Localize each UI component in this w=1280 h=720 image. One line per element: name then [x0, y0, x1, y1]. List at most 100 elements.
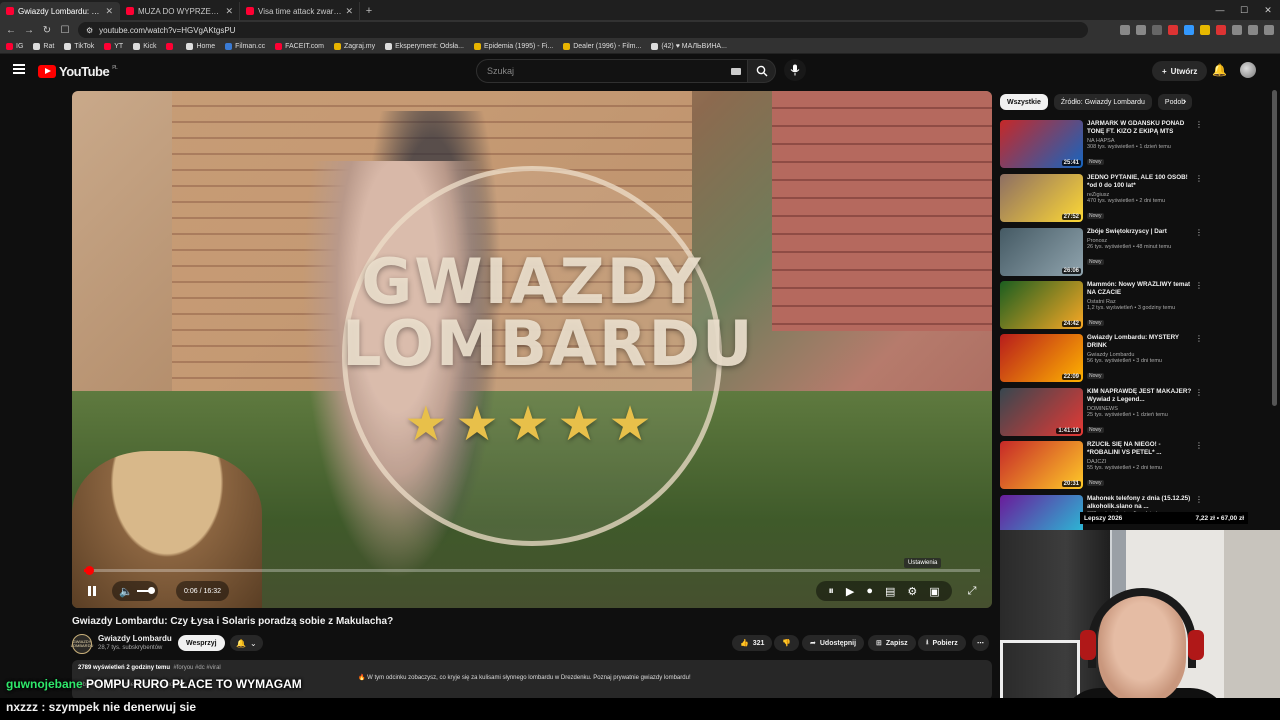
chip-all[interactable]: Wszystkie	[1000, 94, 1048, 110]
voice-search-button[interactable]	[784, 59, 806, 81]
youtube-logo[interactable]: YouTube PL	[38, 64, 118, 79]
recommended-video[interactable]: 27:52 JEDNO PYTANIE, ALE 100 OSÓB! *od 0 …	[1000, 174, 1205, 224]
settings-gear-icon[interactable]: ⚙	[907, 585, 917, 598]
video-thumbnail[interactable]: 1:41:10	[1000, 388, 1083, 436]
maximize-icon[interactable]: ☐	[1232, 0, 1256, 20]
new-tab-button[interactable]: +	[360, 2, 378, 20]
video-player[interactable]: GWIAZDY LOMBARDU ★★★★★ Ustawienia 🔈 0:06…	[72, 91, 992, 608]
extension-icon[interactable]	[1200, 25, 1210, 35]
bookmark-page-icon[interactable]: ☐	[60, 25, 70, 36]
recommended-video-title[interactable]: RZUCIŁ SIĘ NA NIEGO! - *ROBALINI VS PETE…	[1087, 441, 1193, 457]
recommended-video-title[interactable]: JEDNO PYTANIE, ALE 100 OSÓB! *od 0 do 10…	[1087, 174, 1193, 190]
recommended-video[interactable]: 22:09 Gwiazdy Lombardu: MYSTERY DRINK Gwia…	[1000, 334, 1205, 384]
more-options-icon[interactable]: ⋮	[1195, 281, 1203, 331]
volume-control[interactable]: 🔈	[112, 581, 158, 601]
chip-similar[interactable]: Podob	[1157, 94, 1193, 110]
subtitles-icon[interactable]: ▤	[885, 585, 895, 598]
search-input[interactable]: Szukaj	[476, 59, 748, 83]
bookmark-item[interactable]: Rat	[33, 43, 54, 50]
minimize-icon[interactable]: —	[1208, 0, 1232, 20]
save-button[interactable]: ⊞ Zapisz	[868, 635, 916, 651]
hamburger-menu-icon[interactable]	[13, 64, 25, 74]
recommended-video-title[interactable]: Gwiazdy Lombardu: MYSTERY DRINK	[1087, 334, 1193, 350]
notifications-bell-icon[interactable]: 🔔	[1212, 63, 1227, 77]
close-window-icon[interactable]: ✕	[1256, 0, 1280, 20]
support-button[interactable]: Wesprzyj	[178, 635, 225, 651]
more-options-icon[interactable]: ⋮	[1195, 441, 1203, 491]
bookmark-item[interactable]: IG	[6, 43, 23, 50]
more-options-icon[interactable]: ⋮	[1195, 120, 1203, 170]
bookmark-item[interactable]: (42) ♥ МАЛЬВИНА...	[651, 43, 727, 50]
bookmark-item[interactable]: Filman.cc	[225, 43, 265, 50]
dislike-button[interactable]: 👎	[774, 635, 799, 651]
channel-name[interactable]: Gwiazdy Lombardu	[98, 634, 172, 643]
video-thumbnail[interactable]: 22:09	[1000, 334, 1083, 382]
recommended-video[interactable]: 1:41:10 KIM NAPRAWDĘ JEST MAKAJER? Wywiad…	[1000, 388, 1205, 438]
bookmark-item[interactable]: FACEIT.com	[275, 43, 324, 50]
bookmark-item[interactable]: TikTok	[64, 43, 94, 50]
like-button[interactable]: 👍 321	[732, 635, 773, 651]
search-button[interactable]	[748, 59, 776, 83]
bookmark-item[interactable]: YT	[104, 43, 123, 50]
notifications-dropdown-button[interactable]: 🔔 ⌄	[230, 635, 263, 651]
bookmark-item[interactable]: Dealer (1996) - Film...	[563, 43, 641, 50]
site-info-icon[interactable]: ⚙	[86, 26, 93, 35]
create-button[interactable]: + Utwórz	[1152, 61, 1208, 81]
more-options-icon[interactable]: ⋮	[1195, 228, 1203, 278]
recommended-video[interactable]: 25:41 JARMARK W GDAŃSKU PONAD TONĘ FT. KI…	[1000, 120, 1205, 170]
chip-source[interactable]: Źródło: Gwiazdy Lombardu	[1053, 94, 1152, 110]
channel-avatar[interactable]: GWIAZDY LOMBARDU	[71, 634, 93, 654]
menu-icon[interactable]	[1264, 25, 1274, 35]
video-thumbnail[interactable]: 20:31	[1000, 441, 1083, 489]
star-icon[interactable]	[1152, 25, 1162, 35]
recommended-video-title[interactable]: JARMARK W GDAŃSKU PONAD TONĘ FT. KIZO Z …	[1087, 120, 1193, 136]
download-button[interactable]: ⭳ Pobierz	[918, 635, 966, 651]
recommended-video[interactable]: 24:42 Mammón: Nowy WRAŻLIWY temat NA CZAC…	[1000, 281, 1205, 331]
video-thumbnail[interactable]: 24:42	[1000, 281, 1083, 329]
extension-icon[interactable]	[1216, 25, 1226, 35]
chevron-right-icon[interactable]: ›	[1183, 96, 1186, 107]
cast-icon[interactable]	[1120, 25, 1130, 35]
video-thumbnail[interactable]: 25:41	[1000, 120, 1083, 168]
browser-tab-1[interactable]: Gwiazdy Lombardu: Czy Łysa✕	[0, 2, 120, 20]
recommended-video-title[interactable]: KIM NAPRAWDĘ JEST MAKAJER? Wywiad z Lege…	[1087, 388, 1193, 404]
close-tab-icon[interactable]: ✕	[105, 6, 113, 17]
volume-slider[interactable]	[136, 587, 155, 594]
keyboard-icon[interactable]	[731, 68, 741, 75]
close-tab-icon[interactable]: ✕	[345, 6, 353, 17]
recommended-video-title[interactable]: Mammón: Nowy WRAŻLIWY temat NA CZACIE	[1087, 281, 1193, 297]
autoplay-toggle[interactable]: ●	[866, 585, 873, 597]
share-icon[interactable]	[1136, 25, 1146, 35]
bookmark-item[interactable]: Eksperyment: Odsła...	[385, 43, 464, 50]
reload-icon[interactable]: ↻	[42, 25, 52, 36]
more-actions-button[interactable]: ⋯	[972, 635, 989, 651]
page-scrollbar[interactable]	[1272, 90, 1277, 406]
more-options-icon[interactable]: ⋮	[1195, 174, 1203, 224]
extensions-puzzle-icon[interactable]	[1232, 25, 1242, 35]
youtube-music-icon[interactable]: ▶	[846, 585, 854, 598]
back-icon[interactable]: ←	[6, 25, 16, 36]
browser-tab-2[interactable]: MUZA DO WYPRZEDZANIA BOEING✕	[120, 2, 240, 20]
more-options-icon[interactable]: ⋮	[1195, 388, 1203, 438]
bookmark-item[interactable]	[166, 43, 176, 50]
video-thumbnail[interactable]: 26:06	[1000, 228, 1083, 276]
pause-button[interactable]	[82, 581, 102, 601]
bookmark-item[interactable]: Epidemia (1995) - Fi...	[473, 43, 553, 50]
close-tab-icon[interactable]: ✕	[225, 6, 233, 17]
recommended-video[interactable]: 26:06 Zbóje Świętokrzyscy | Dart Pronosz 26…	[1000, 228, 1205, 278]
miniplayer-icon[interactable]: ▣	[929, 585, 939, 598]
more-options-icon[interactable]: ⋮	[1195, 334, 1203, 384]
extension-icon[interactable]	[1184, 25, 1194, 35]
recommended-video[interactable]: 20:31 RZUCIŁ SIĘ NA NIEGO! - *ROBALINI VS…	[1000, 441, 1205, 491]
browser-tab-3[interactable]: Visa time attack zwariowana sobota✕	[240, 2, 360, 20]
recommended-video-title[interactable]: Zbóje Świętokrzyscy | Dart	[1087, 228, 1193, 236]
downloads-icon[interactable]	[1248, 25, 1258, 35]
bookmark-item[interactable]: Kick	[133, 43, 156, 50]
share-button[interactable]: ➦ Udostępnij	[802, 635, 865, 651]
forward-icon[interactable]: →	[24, 25, 34, 36]
fullscreen-button[interactable]: ⤢	[962, 581, 982, 601]
bookmark-item[interactable]: Home	[186, 43, 215, 50]
account-avatar[interactable]	[1240, 62, 1256, 78]
autoplay-pause-icon[interactable]: ⏸	[828, 585, 834, 598]
recommended-video-title[interactable]: Mahonek telefony z dnia (15.12.25) alkoh…	[1087, 495, 1193, 511]
